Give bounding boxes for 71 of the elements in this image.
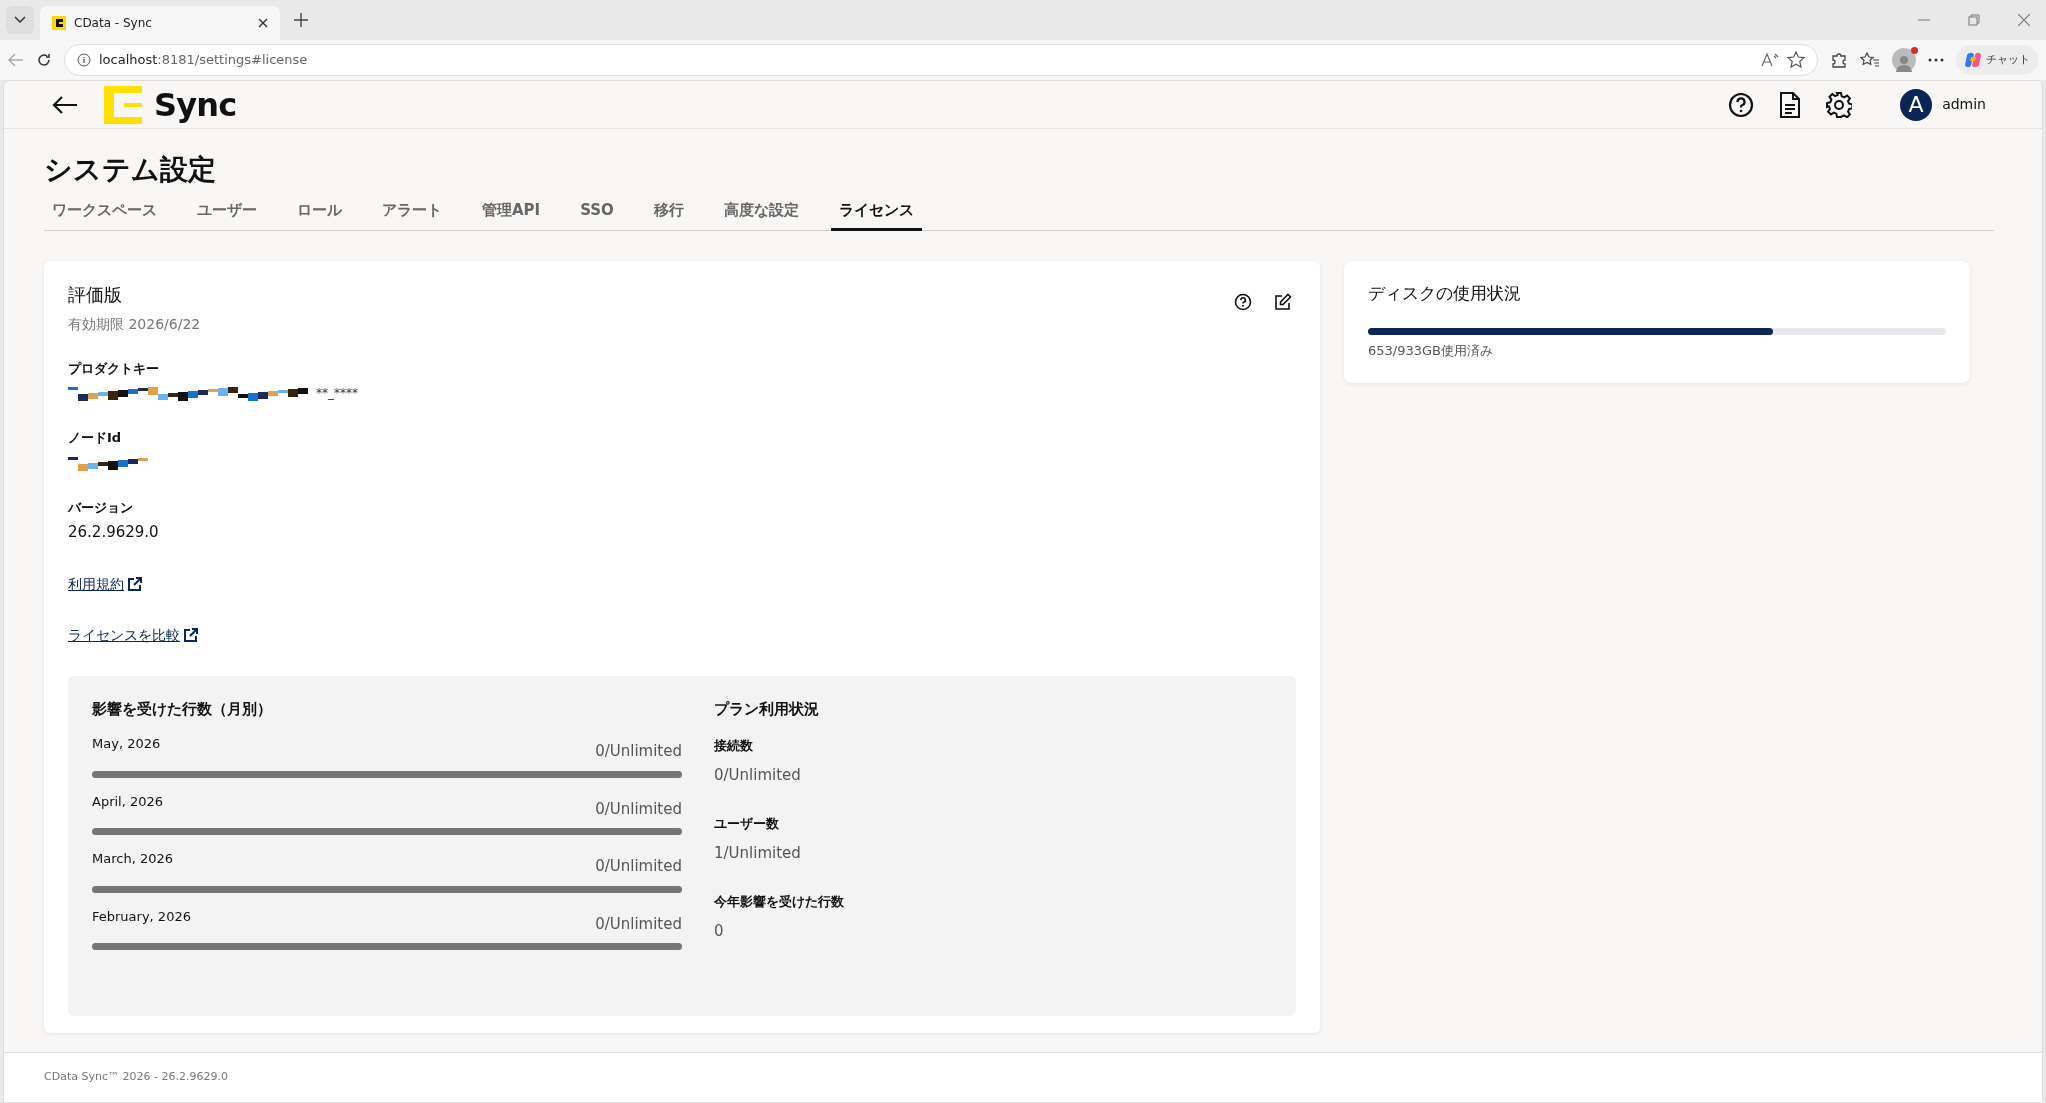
- settings-tab[interactable]: 管理API: [474, 199, 549, 231]
- month-label: March, 2026: [92, 850, 173, 868]
- app-name: Sync: [154, 84, 237, 126]
- section-title: プラン利用状況: [714, 698, 820, 720]
- external-link-icon: [184, 628, 198, 642]
- app-logo-icon: [104, 85, 142, 124]
- close-icon[interactable]: [258, 18, 268, 28]
- settings-tab[interactable]: ワークスペース: [44, 199, 165, 231]
- restore-icon[interactable]: [1968, 14, 1980, 26]
- field-label: バージョン: [68, 498, 134, 517]
- usage-value: 0/Unlimited: [595, 741, 682, 762]
- usage-label: ユーザー数: [714, 815, 780, 833]
- browser-tab[interactable]: CData - Sync: [40, 6, 280, 40]
- read-aloud-icon[interactable]: [1761, 52, 1779, 68]
- usage-value: 0: [714, 920, 725, 942]
- usage-value: 0/Unlimited: [714, 764, 802, 786]
- help-icon[interactable]: [1728, 91, 1755, 118]
- month-label: April, 2026: [92, 792, 164, 811]
- section-title: 影響を受けた行数（月別）: [92, 698, 273, 720]
- settings-tab[interactable]: ロール: [289, 199, 350, 231]
- new-tab-icon[interactable]: [294, 13, 308, 27]
- more-icon[interactable]: [1928, 58, 1944, 62]
- document-icon[interactable]: [1780, 91, 1801, 118]
- field-value: **_****: [316, 385, 358, 402]
- page-title: システム設定: [44, 152, 217, 188]
- app-logo-icon: [52, 16, 66, 30]
- favorites-icon[interactable]: [1860, 51, 1880, 69]
- user-name[interactable]: admin: [1942, 94, 1986, 115]
- usage-label: 接続数: [714, 737, 754, 755]
- settings-tab[interactable]: 高度な設定: [715, 199, 807, 231]
- address-bar[interactable]: localhost:8181/settings#license: [64, 44, 1818, 76]
- field-label: ノードId: [68, 429, 123, 447]
- license-title: 評価版: [68, 282, 123, 307]
- chevron-down-icon: [14, 16, 26, 24]
- settings-icon[interactable]: [1826, 91, 1853, 118]
- settings-tab[interactable]: SSO: [572, 199, 622, 231]
- reload-icon[interactable]: [36, 52, 52, 68]
- settings-tab[interactable]: ライセンス: [830, 199, 922, 231]
- tab-title: CData - Sync: [74, 15, 153, 32]
- external-link[interactable]: ライセンスを比較: [68, 624, 198, 646]
- settings-tab[interactable]: アラート: [374, 199, 450, 231]
- settings-tab[interactable]: ユーザー: [189, 199, 265, 231]
- info-icon: [77, 53, 91, 67]
- external-link[interactable]: 利用規約: [68, 573, 142, 595]
- profile-avatar[interactable]: [1892, 48, 1916, 72]
- chat-button[interactable]: チャット: [1956, 45, 2038, 75]
- usage-value: 1/Unlimited: [714, 842, 802, 864]
- usage-value: 0/Unlimited: [595, 798, 682, 820]
- copilot-icon: [1964, 51, 1982, 69]
- month-label: February, 2026: [92, 907, 191, 926]
- month-label: May, 2026: [92, 735, 161, 753]
- puzzle-icon[interactable]: [1830, 51, 1848, 69]
- tab-list-button[interactable]: [6, 6, 34, 34]
- help-icon[interactable]: [1234, 292, 1252, 311]
- settings-tab[interactable]: 移行: [645, 199, 692, 231]
- url-text: localhost:8181/settings#license: [99, 51, 309, 70]
- disk-usage-title: ディスクの使用状況: [1368, 281, 1522, 305]
- footer-text: CData Sync™ 2026 - 26.2.9629.0: [44, 1069, 228, 1086]
- usage-value: 0/Unlimited: [595, 856, 682, 877]
- back-arrow-icon[interactable]: [52, 94, 78, 115]
- usage-label: 今年影響を受けた行数: [714, 893, 844, 911]
- star-icon[interactable]: [1787, 51, 1805, 69]
- field-value: 26.2.9629.0: [68, 522, 159, 543]
- user-avatar[interactable]: A: [1900, 88, 1933, 121]
- external-link-icon: [128, 577, 142, 591]
- field-label: プロダクトキー: [68, 359, 160, 378]
- usage-value: 0/Unlimited: [595, 913, 682, 935]
- edit-icon[interactable]: [1274, 292, 1292, 311]
- disk-usage-caption: 653/933GB使用済み: [1368, 342, 1494, 360]
- expiry-date: 有効期限 2026/6/22: [68, 314, 202, 334]
- person-icon: [1896, 54, 1912, 72]
